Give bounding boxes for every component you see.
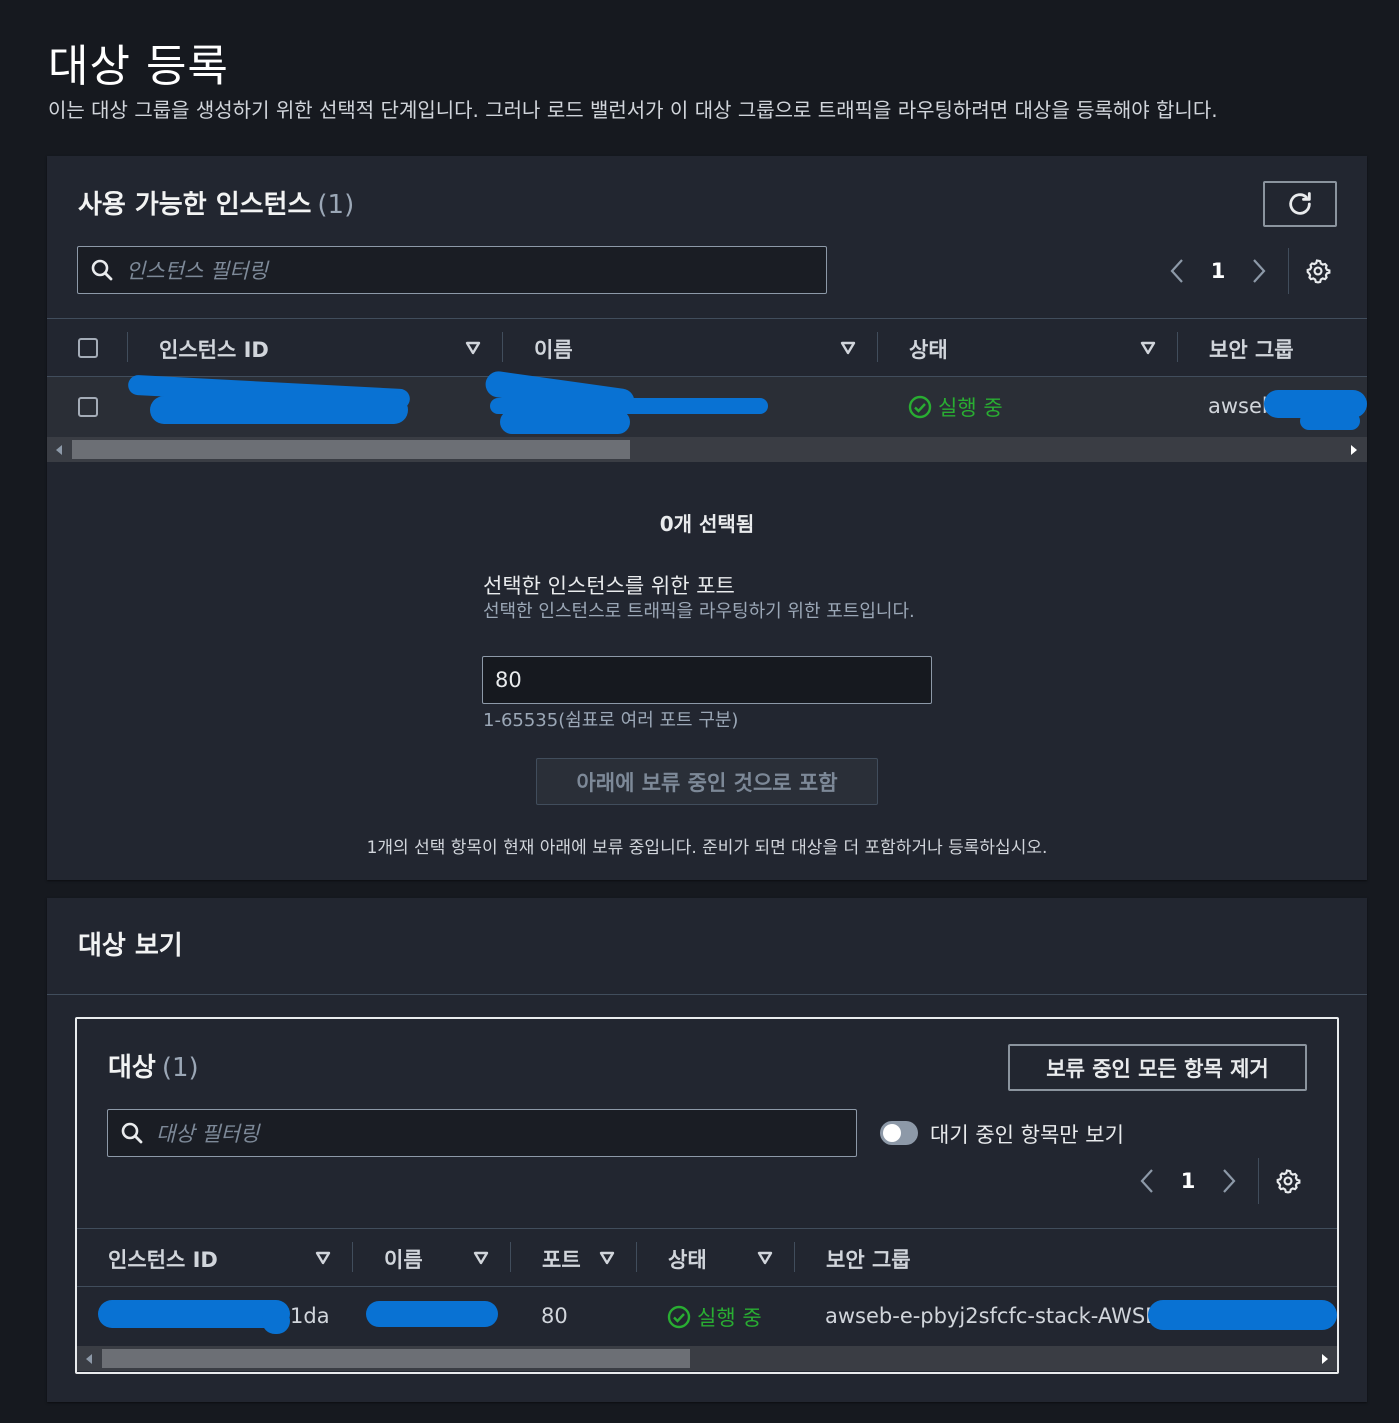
next-page-button[interactable] <box>1214 1168 1244 1194</box>
instance-status: 실행 중 <box>908 392 1003 422</box>
target-search-placeholder: 대상 필터링 <box>156 1122 260 1146</box>
pager-divider <box>1258 1158 1259 1204</box>
column-divider <box>352 1242 353 1272</box>
column-divider <box>1177 332 1178 362</box>
review-targets-heading: 대상 보기 <box>78 931 183 961</box>
chevron-left-icon <box>1140 1169 1153 1193</box>
scroll-right-arrow-icon[interactable] <box>1349 444 1359 456</box>
section-divider <box>47 994 1367 995</box>
targets-pagination: 1 <box>1132 1158 1303 1204</box>
pending-only-toggle[interactable] <box>880 1121 918 1145</box>
chevron-right-icon <box>1253 259 1266 283</box>
column-header-security-group[interactable]: 보안 그룹 <box>1209 334 1294 364</box>
column-header-name[interactable]: 이름 <box>534 334 573 364</box>
targets-table-header <box>77 1228 1337 1287</box>
column-header-status[interactable]: 상태 <box>668 1244 707 1274</box>
remove-all-pending-button[interactable]: 보류 중인 모든 항목 제거 <box>1008 1044 1307 1091</box>
column-header-instance-id[interactable]: 인스턴스 ID <box>159 334 269 364</box>
redaction-mark <box>262 1308 290 1334</box>
include-pending-button[interactable]: 아래에 보류 중인 것으로 포함 <box>536 758 878 805</box>
toggle-knob <box>883 1124 901 1142</box>
refresh-button[interactable] <box>1263 181 1337 227</box>
table-settings-button[interactable] <box>1303 258 1333 284</box>
page-title: 대상 등록 <box>48 41 229 92</box>
pager-divider <box>1288 248 1289 294</box>
page-number[interactable]: 1 <box>1192 259 1244 283</box>
port-hint: 1-65535(쉼표로 여러 포트 구분) <box>483 710 739 731</box>
scroll-left-arrow-icon[interactable] <box>84 1353 94 1365</box>
sort-down-icon[interactable] <box>315 1251 331 1265</box>
instance-search-input[interactable]: 인스턴스 필터링 <box>77 246 827 294</box>
pending-only-label: 대기 중인 항목만 보기 <box>930 1123 1124 1147</box>
target-status: 실행 중 <box>667 1302 762 1332</box>
gear-icon <box>1276 1169 1301 1194</box>
redaction-mark <box>1300 412 1360 430</box>
selected-count: 0개 선택됨 <box>659 512 755 536</box>
targets-title: 대상 <box>108 1053 156 1083</box>
port-label: 선택한 인스턴스를 위한 포트 <box>483 574 735 598</box>
column-divider <box>794 1242 795 1272</box>
column-divider <box>636 1242 637 1272</box>
table-settings-button[interactable] <box>1273 1168 1303 1194</box>
port-cell: 80 <box>541 1304 568 1328</box>
search-icon <box>121 1122 143 1144</box>
column-divider <box>877 332 878 362</box>
status-ok-icon <box>908 395 932 419</box>
redaction-mark <box>366 1301 498 1327</box>
available-instances-count: (1) <box>317 190 355 220</box>
port-description: 선택한 인스턴스로 트래픽을 라우팅하기 위한 포트입니다. <box>483 601 915 622</box>
instance-id-cell: 1da <box>290 1304 330 1328</box>
redaction-mark <box>98 1300 290 1328</box>
select-all-checkbox[interactable] <box>78 338 98 358</box>
sort-down-icon[interactable] <box>1140 341 1156 355</box>
sort-down-icon[interactable] <box>465 341 481 355</box>
column-header-status[interactable]: 상태 <box>909 334 948 364</box>
row-checkbox[interactable] <box>78 397 98 417</box>
sort-down-icon[interactable] <box>840 341 856 355</box>
column-header-instance-id[interactable]: 인스턴스 ID <box>108 1244 218 1274</box>
scroll-right-arrow-icon[interactable] <box>1320 1353 1330 1365</box>
pending-note: 1개의 선택 항목이 현재 아래에 보류 중입니다. 준비가 되면 대상을 더 … <box>366 838 1048 858</box>
column-header-port[interactable]: 포트 <box>542 1244 581 1274</box>
target-search-input[interactable]: 대상 필터링 <box>107 1109 857 1157</box>
instance-search-placeholder: 인스턴스 필터링 <box>126 259 268 283</box>
targets-count: (1) <box>161 1053 199 1083</box>
gear-icon <box>1306 259 1331 284</box>
prev-page-button[interactable] <box>1162 258 1192 284</box>
available-instances-title: 사용 가능한 인스턴스 <box>78 190 312 220</box>
redaction-mark <box>150 396 408 424</box>
page-number[interactable]: 1 <box>1162 1169 1214 1193</box>
column-divider <box>127 332 128 362</box>
redaction-mark <box>500 410 630 434</box>
status-text: 실행 중 <box>697 1306 762 1330</box>
security-group-cell: awseb-e-pbyj2sfcfc-stack-AWSEB <box>825 1304 1173 1328</box>
scrollbar-thumb[interactable] <box>102 1349 690 1368</box>
scrollbar-thumb[interactable] <box>72 440 630 459</box>
sort-down-icon[interactable] <box>473 1251 489 1265</box>
refresh-icon <box>1289 192 1311 215</box>
instances-pagination: 1 <box>1162 248 1333 294</box>
search-icon <box>91 259 113 281</box>
sort-down-icon[interactable] <box>757 1251 773 1265</box>
column-header-name[interactable]: 이름 <box>384 1244 423 1274</box>
status-text: 실행 중 <box>938 396 1003 420</box>
chevron-left-icon <box>1170 259 1183 283</box>
column-divider <box>510 1242 511 1272</box>
available-instances-heading: 사용 가능한 인스턴스 (1) <box>78 184 354 221</box>
page-description: 이는 대상 그룹을 생성하기 위한 선택적 단계입니다. 그러나 로드 밸런서가… <box>48 98 1218 122</box>
sort-down-icon[interactable] <box>599 1251 615 1265</box>
status-ok-icon <box>667 1305 691 1329</box>
scroll-left-arrow-icon[interactable] <box>54 444 64 456</box>
redaction-mark <box>1148 1300 1337 1330</box>
targets-heading: 대상 (1) <box>108 1047 199 1084</box>
column-divider <box>502 332 503 362</box>
chevron-right-icon <box>1223 1169 1236 1193</box>
column-header-security-group[interactable]: 보안 그룹 <box>826 1244 911 1274</box>
prev-page-button[interactable] <box>1132 1168 1162 1194</box>
next-page-button[interactable] <box>1244 258 1274 284</box>
port-input[interactable]: 80 <box>482 656 932 704</box>
